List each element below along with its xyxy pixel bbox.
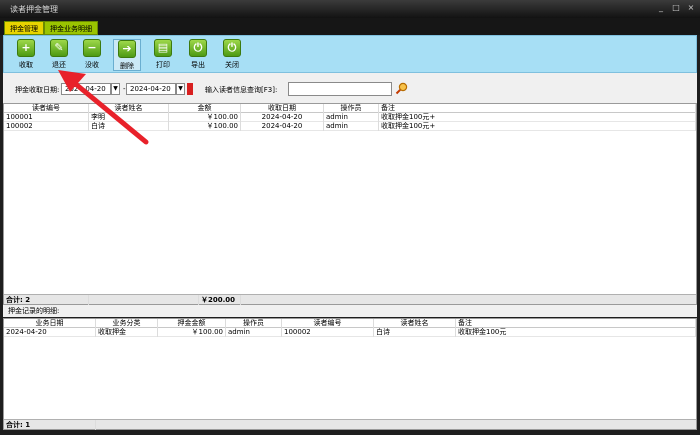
cell-business-date: 2024-04-20 <box>4 328 96 337</box>
deposit-grid: 读者编号 读者姓名 金额 收取日期 操作员 备注 100001 李明 ￥100.… <box>3 103 697 305</box>
cell-operator: admin <box>324 113 379 122</box>
date-filter-label: 押金收取日期: <box>15 86 60 94</box>
title-bar: 读者押金管理 _ □ × <box>0 0 700 18</box>
confiscate-label: 没收 <box>85 61 99 69</box>
close-module-button[interactable]: ⏻ 关闭 <box>218 39 246 71</box>
col-deposit-amount[interactable]: 押金金额 <box>158 319 226 328</box>
date-from-field[interactable]: 2024-04-20 <box>61 83 111 95</box>
maximize-button[interactable]: □ <box>671 3 681 13</box>
total-count: 合计: 2 <box>4 295 89 305</box>
cell-deposit-amount: ￥100.00 <box>158 328 226 337</box>
arrow-right-icon: ➔ <box>118 40 136 58</box>
filter-bar: 押金收取日期: 2024-04-20 ▼ - 2024-04-20 ▼ 输入读者… <box>3 73 697 103</box>
detail-total-count: 合计: 1 <box>4 420 96 430</box>
table-row[interactable]: 100001 李明 ￥100.00 2024-04-20 admin 收取押金1… <box>4 113 696 122</box>
window-title: 读者押金管理 <box>10 5 58 14</box>
query-label: 输入读者信息查询[F3]: <box>205 86 278 94</box>
cell-business-type: 收取押金 <box>96 328 158 337</box>
cell-amount: ￥100.00 <box>169 122 241 131</box>
close-module-label: 关闭 <box>225 61 239 69</box>
toolbar: + 收取 ✎ 退还 − 没收 ➔ 删除 ▤ 打印 ⏻ 导出 ⏻ 关闭 <box>3 35 697 73</box>
cell-operator: admin <box>226 328 282 337</box>
cell-reader-name: 李明 <box>89 113 169 122</box>
cell-operator: admin <box>324 122 379 131</box>
date-to-dropdown[interactable]: ▼ <box>176 83 185 95</box>
print-button[interactable]: ▤ 打印 <box>149 39 177 71</box>
export-button[interactable]: ⏻ 导出 <box>184 39 212 71</box>
confiscate-button[interactable]: − 没收 <box>78 39 106 71</box>
power-icon: ⏻ <box>189 39 207 57</box>
collect-button[interactable]: + 收取 <box>12 39 40 71</box>
print-label: 打印 <box>156 61 170 69</box>
col-remark[interactable]: 备注 <box>379 104 696 113</box>
cell-remark: 收取押金100元 <box>456 328 696 337</box>
cell-collect-date: 2024-04-20 <box>241 122 324 131</box>
date-from-dropdown[interactable]: ▼ <box>111 83 120 95</box>
detail-section-title: 押金记录的明细: <box>3 305 697 317</box>
col-reader-name[interactable]: 读者姓名 <box>89 104 169 113</box>
cell-collect-date: 2024-04-20 <box>241 113 324 122</box>
tab-deposit-management[interactable]: 押金管理 <box>4 21 44 35</box>
refund-button[interactable]: ✎ 退还 <box>45 39 73 71</box>
cell-reader-name: 白诗 <box>374 328 456 337</box>
deposit-grid-header: 读者编号 读者姓名 金额 收取日期 操作员 备注 <box>4 104 696 113</box>
print-icon: ▤ <box>154 39 172 57</box>
cell-remark: 收取押金100元+ <box>379 113 696 122</box>
total-amount: ￥200.00 <box>199 295 241 305</box>
cell-reader-name: 白诗 <box>89 122 169 131</box>
wrench-icon: ✎ <box>50 39 68 57</box>
cell-reader-id: 100002 <box>282 328 374 337</box>
collect-label: 收取 <box>19 61 33 69</box>
table-row[interactable]: 2024-04-20 收取押金 ￥100.00 admin 100002 白诗 … <box>4 328 696 337</box>
search-icon[interactable] <box>395 82 408 95</box>
delete-label: 删除 <box>120 62 134 70</box>
col-business-date[interactable]: 业务日期 <box>4 319 96 328</box>
close-button[interactable]: × <box>686 3 696 13</box>
plus-icon: + <box>17 39 35 57</box>
minimize-button[interactable]: _ <box>656 3 666 13</box>
col-operator[interactable]: 操作员 <box>226 319 282 328</box>
refund-label: 退还 <box>52 61 66 69</box>
col-operator[interactable]: 操作员 <box>324 104 379 113</box>
col-reader-id[interactable]: 读者编号 <box>282 319 374 328</box>
detail-grid: 业务日期 业务分类 押金金额 操作员 读者编号 读者姓名 备注 2024-04-… <box>3 318 697 430</box>
export-label: 导出 <box>191 61 205 69</box>
col-business-type[interactable]: 业务分类 <box>96 319 158 328</box>
cell-reader-id: 100001 <box>4 113 89 122</box>
power-icon: ⏻ <box>223 39 241 57</box>
col-remark[interactable]: 备注 <box>456 319 696 328</box>
cell-reader-id: 100002 <box>4 122 89 131</box>
tab-strip: 押金管理 押金业务明细 <box>0 18 700 35</box>
query-input[interactable] <box>288 82 392 96</box>
deposit-grid-footer: 合计: 2 ￥200.00 <box>4 294 696 305</box>
cell-amount: ￥100.00 <box>169 113 241 122</box>
cell-remark: 收取押金100元+ <box>379 122 696 131</box>
app-window: 读者押金管理 _ □ × 押金管理 押金业务明细 + 收取 ✎ 退还 − 没收 … <box>0 0 700 435</box>
col-amount[interactable]: 金额 <box>169 104 241 113</box>
col-reader-id[interactable]: 读者编号 <box>4 104 89 113</box>
delete-button[interactable]: ➔ 删除 <box>113 39 141 71</box>
date-to-field[interactable]: 2024-04-20 <box>126 83 176 95</box>
col-collect-date[interactable]: 收取日期 <box>241 104 324 113</box>
tab-deposit-details[interactable]: 押金业务明细 <box>44 21 98 35</box>
detail-grid-footer: 合计: 1 <box>4 419 696 430</box>
date-spin-button[interactable] <box>187 83 193 95</box>
minus-icon: − <box>83 39 101 57</box>
detail-grid-header: 业务日期 业务分类 押金金额 操作员 读者编号 读者姓名 备注 <box>4 319 696 328</box>
table-row[interactable]: 100002 白诗 ￥100.00 2024-04-20 admin 收取押金1… <box>4 122 696 131</box>
col-reader-name[interactable]: 读者姓名 <box>374 319 456 328</box>
